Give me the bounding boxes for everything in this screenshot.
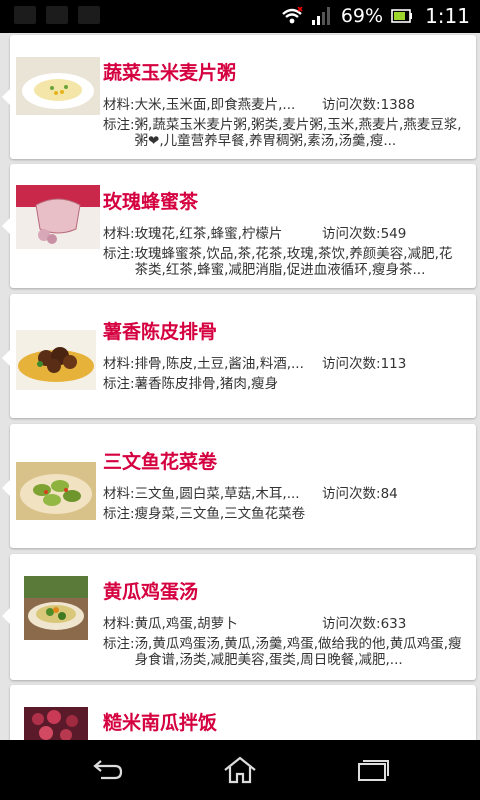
recipe-visits: 访问次数:549	[322, 226, 407, 242]
recipe-card[interactable]: 薯香陈皮排骨 材料:排骨,陈皮,土豆,酱油,料酒,... 访问次数:113 标注…	[2, 294, 476, 418]
recipe-notes: 标注: 玫瑰蜂蜜茶,饮品,茶,花茶,玫瑰,茶饮,养颜美容,减肥,花茶类,红茶,蜂蜜…	[103, 246, 453, 278]
recipe-title: 黄瓜鸡蛋汤	[103, 581, 199, 603]
wifi-icon	[281, 7, 303, 25]
recipe-materials: 材料:玫瑰花,红茶,蜂蜜,柠檬片	[103, 226, 283, 242]
recipe-materials: 材料:排骨,陈皮,土豆,酱油,料酒,...	[103, 356, 304, 372]
recipe-thumbnail	[16, 185, 100, 249]
recipe-card[interactable]: 黄瓜鸡蛋汤 材料:黄瓜,鸡蛋,胡萝卜 访问次数:633 标注: 汤,黄瓜鸡蛋汤,黄…	[2, 554, 476, 680]
recipe-materials: 材料:三文鱼,圆白菜,草菇,木耳,...	[103, 486, 300, 502]
recipe-thumbnail	[16, 330, 96, 390]
recipe-card[interactable]: 玫瑰蜂蜜茶 材料:玫瑰花,红茶,蜂蜜,柠檬片 访问次数:549 标注: 玫瑰蜂蜜茶…	[2, 164, 476, 288]
recipe-thumbnail	[16, 57, 100, 115]
notification-icon	[78, 6, 100, 24]
battery-text: 69%	[340, 5, 384, 27]
recipe-thumbnail	[16, 462, 96, 520]
recipe-thumbnail	[24, 576, 88, 640]
recipe-visits: 访问次数:633	[322, 616, 407, 632]
clock: 1:11	[425, 4, 470, 28]
recipe-list[interactable]: 蔬菜玉米麦片粥 材料:大米,玉米面,即食燕麦片,... 访问次数:1388 标注…	[0, 33, 480, 740]
signal-icon	[311, 6, 333, 26]
recent-apps-icon[interactable]	[353, 754, 393, 786]
recipe-title: 蔬菜玉米麦片粥	[103, 62, 237, 84]
notification-icon	[14, 6, 36, 24]
recipe-notes: 标注: 粥,蔬菜玉米麦片粥,粥类,麦片粥,玉米,燕麦片,燕麦豆浆,粥❤,儿童营养早…	[103, 117, 462, 149]
recipe-title: 玫瑰蜂蜜茶	[103, 191, 199, 213]
home-icon[interactable]	[220, 754, 260, 786]
recipe-notes: 标注: 汤,黄瓜鸡蛋汤,黄瓜,汤羹,鸡蛋,做给我的他,黄瓜鸡蛋,瘦身食谱,汤类,减…	[103, 636, 462, 668]
recipe-title: 三文鱼花菜卷	[103, 451, 218, 473]
recipe-title: 薯香陈皮排骨	[103, 321, 218, 343]
back-icon[interactable]	[87, 754, 127, 786]
recipe-title: 糙米南瓜拌饭	[103, 712, 218, 734]
recipe-materials: 材料:黄瓜,鸡蛋,胡萝卜	[103, 616, 238, 632]
recipe-visits: 访问次数:1388	[322, 97, 415, 113]
recipe-materials: 材料:大米,玉米面,即食燕麦片,...	[103, 97, 296, 113]
notification-icon	[46, 6, 68, 24]
recipe-visits: 访问次数:84	[322, 486, 398, 502]
navigation-bar	[0, 740, 480, 800]
status-bar: 69% 1:11	[0, 0, 480, 33]
recipe-notes: 标注: 薯香陈皮排骨,猪肉,瘦身	[103, 376, 279, 392]
recipe-visits: 访问次数:113	[322, 356, 407, 372]
battery-icon	[391, 8, 413, 24]
recipe-card[interactable]: 糙米南瓜拌饭	[10, 685, 476, 740]
recipe-notes: 标注: 瘦身菜,三文鱼,三文鱼花菜卷	[103, 506, 306, 522]
recipe-thumbnail	[24, 707, 88, 740]
recipe-card[interactable]: 三文鱼花菜卷 材料:三文鱼,圆白菜,草菇,木耳,... 访问次数:84 标注: 瘦…	[2, 424, 476, 548]
recipe-card[interactable]: 蔬菜玉米麦片粥 材料:大米,玉米面,即食燕麦片,... 访问次数:1388 标注…	[2, 35, 476, 159]
